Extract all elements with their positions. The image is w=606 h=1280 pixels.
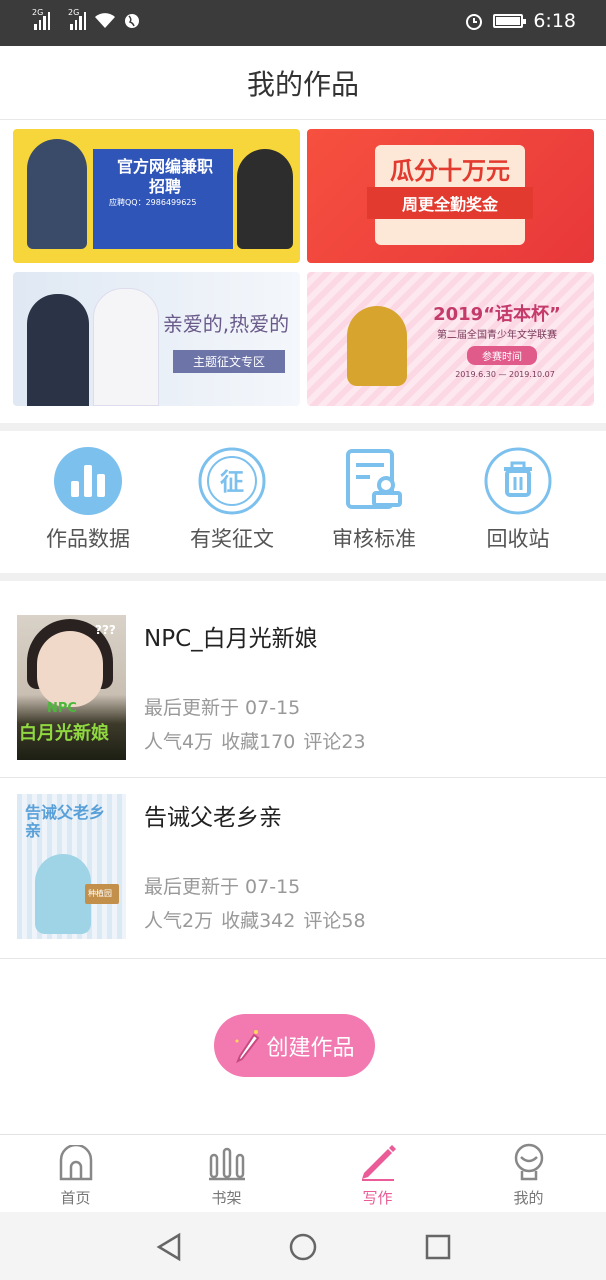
- home-nav-icon[interactable]: [286, 1230, 320, 1264]
- work-updated: 最后更新于 07-15: [144, 876, 301, 898]
- bar-chart-icon: [54, 447, 122, 515]
- create-work-button[interactable]: 创建作品: [214, 1014, 375, 1077]
- banner-photo-female: [93, 288, 159, 406]
- tab-label: 首页: [60, 1189, 91, 1207]
- works-list: NPC 白月光新娘 ??? NPC_白月光新娘 最后更新于 07-15 人气4万…: [0, 581, 606, 959]
- cover-title: 白月光新娘: [19, 723, 109, 744]
- illustration-person: [27, 139, 87, 249]
- status-bar: 2G 2G 6:18: [0, 0, 606, 46]
- quick-actions: 作品数据 征 有奖征文 审核标准 回收站: [0, 431, 606, 573]
- banner-title: 瓜分十万元: [390, 157, 510, 185]
- work-comments: 评论23: [303, 731, 366, 753]
- work-popularity: 人气2万: [144, 910, 214, 932]
- banner-dates: 2019.6.30 — 2019.10.07: [455, 370, 555, 379]
- work-updated: 最后更新于 07-15: [144, 697, 301, 719]
- banner-bonus[interactable]: 瓜分十万元 周更全勤奖金: [307, 129, 594, 263]
- cover-sign-text: 种植园: [88, 889, 112, 898]
- contest-icon: 征: [198, 447, 266, 515]
- banner-recruitment[interactable]: 官方网编兼职 招聘 应聘QQ：2986499625: [13, 129, 300, 263]
- work-cover: 告诫父老乡亲 种植园: [17, 794, 126, 939]
- back-icon[interactable]: [152, 1230, 186, 1264]
- battery-icon: [493, 14, 527, 28]
- recents-icon[interactable]: [421, 1230, 455, 1264]
- banner-tag: 参赛时间: [467, 346, 537, 365]
- banner-subtitle: 招聘: [148, 177, 181, 196]
- tab-write[interactable]: 写作: [302, 1135, 453, 1213]
- action-review-standard[interactable]: 审核标准: [314, 447, 434, 553]
- svg-text:征: 征: [220, 468, 244, 496]
- alarm-icon: [466, 14, 483, 30]
- work-cover: NPC 白月光新娘 ???: [17, 615, 126, 760]
- tab-bookshelf[interactable]: 书架: [151, 1135, 302, 1213]
- action-work-data[interactable]: 作品数据: [28, 447, 148, 553]
- action-label: 作品数据: [46, 527, 130, 551]
- tab-me[interactable]: 我的: [453, 1135, 604, 1213]
- tab-label: 书架: [211, 1189, 242, 1207]
- work-popularity: 人气4万: [144, 731, 214, 753]
- bottom-tab-bar: 首页 书架 写作 我的: [0, 1134, 606, 1212]
- banner-theme-contest[interactable]: 亲爱的,热爱的 主题征文专区: [13, 272, 300, 406]
- banner-title: 亲爱的,热爱的: [162, 312, 290, 336]
- action-prize-contest[interactable]: 征 有奖征文: [172, 447, 292, 553]
- work-item[interactable]: 告诫父老乡亲 种植园 告诫父老乡亲 最后更新于 07-15 人气2万 收藏342…: [0, 778, 606, 959]
- work-comments: 评论58: [303, 910, 366, 932]
- cover-tag: NPC: [47, 701, 77, 716]
- clock: 6:18: [533, 10, 576, 32]
- banner-youth-league[interactable]: 2019“话本杯” 第二届全国青少年文学联赛 参赛时间 2019.6.30 — …: [307, 272, 594, 406]
- banner-photo-male: [27, 294, 89, 406]
- action-label: 审核标准: [332, 527, 416, 551]
- page-header: 我的作品: [0, 46, 606, 120]
- network-type-2: 2G: [68, 8, 80, 17]
- cover-art: [37, 631, 103, 707]
- create-work-label: 创建作品: [266, 1035, 355, 1061]
- work-stats: 人气4万 收藏170 评论23: [144, 727, 366, 754]
- section-divider: [0, 573, 606, 581]
- banner-subtitle: 第二届全国青少年文学联赛: [437, 330, 557, 341]
- cover-mark: ???: [95, 623, 116, 637]
- trophy-icon: [347, 306, 407, 386]
- review-standard-icon: [340, 447, 408, 515]
- banner-title: 2019“话本杯”: [433, 304, 561, 325]
- work-favorites: 收藏170: [221, 731, 296, 753]
- bookshelf-icon: [151, 1135, 302, 1181]
- signal-2-icon: 2G: [68, 8, 86, 30]
- trash-icon: [484, 447, 552, 515]
- page-title: 我的作品: [246, 67, 359, 101]
- banner-grid: 官方网编兼职 招聘 应聘QQ：2986499625 瓜分十万元 周更全勤奖金 亲…: [0, 121, 606, 423]
- system-nav-bar: [0, 1212, 606, 1280]
- tab-label: 我的: [513, 1189, 544, 1207]
- work-title: NPC_白月光新娘: [144, 626, 318, 652]
- illustration-person: [237, 149, 293, 249]
- pen-icon: [302, 1135, 453, 1181]
- work-favorites: 收藏342: [221, 910, 296, 932]
- home-icon: [0, 1135, 151, 1181]
- tab-label: 写作: [362, 1189, 393, 1207]
- cover-title: 告诫父老乡亲: [25, 803, 106, 840]
- section-divider: [0, 423, 606, 431]
- action-label: 有奖征文: [190, 527, 274, 551]
- action-recycle-bin[interactable]: 回收站: [458, 447, 578, 553]
- pencil-icon: [234, 1029, 262, 1063]
- work-stats: 人气2万 收藏342 评论58: [144, 906, 366, 933]
- action-label: 回收站: [486, 527, 550, 551]
- work-item[interactable]: NPC 白月光新娘 ??? NPC_白月光新娘 最后更新于 07-15 人气4万…: [0, 581, 606, 778]
- banner-subtitle: 主题征文专区: [173, 350, 285, 373]
- signal-1-icon: 2G: [32, 8, 50, 30]
- tab-home[interactable]: 首页: [0, 1135, 151, 1213]
- work-title: 告诫父老乡亲: [144, 805, 282, 831]
- network-type-1: 2G: [32, 8, 44, 17]
- globe-icon: [125, 14, 139, 28]
- banner-contact: 应聘QQ：2986499625: [109, 198, 197, 207]
- profile-icon: [453, 1135, 604, 1181]
- banner-subtitle: 周更全勤奖金: [367, 187, 533, 219]
- wifi-icon: [95, 13, 115, 28]
- cover-art: [35, 854, 91, 934]
